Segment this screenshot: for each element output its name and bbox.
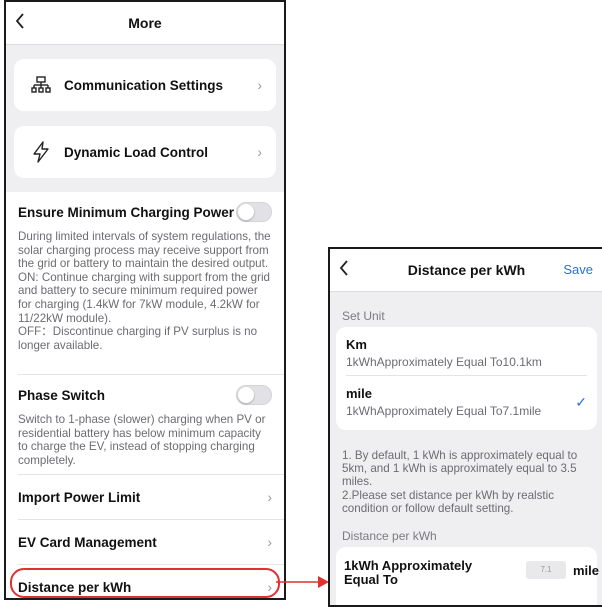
lightning-icon bbox=[28, 139, 54, 165]
min-power-description: During limited intervals of system regul… bbox=[18, 230, 271, 352]
unit-option-km[interactable]: Km 1kWhApproximately Equal To10.1km bbox=[336, 327, 597, 375]
phase-switch-toggle[interactable] bbox=[236, 385, 272, 405]
distance-section-label: Distance per kWh bbox=[342, 529, 437, 543]
ev-card-management-label: EV Card Management bbox=[18, 534, 157, 550]
unit-description: 1kWhApproximately Equal To10.1km bbox=[346, 355, 542, 369]
min-power-section: Ensure Minimum Charging Power During lim… bbox=[6, 192, 284, 374]
dynamic-load-control-label: Dynamic Load Control bbox=[64, 144, 209, 160]
page-title: More bbox=[128, 15, 162, 31]
highlight-outline bbox=[10, 568, 280, 598]
unit-list: Km 1kWhApproximately Equal To10.1km mile… bbox=[336, 327, 597, 430]
page-title: Distance per kWh bbox=[407, 262, 526, 278]
set-unit-label: Set Unit bbox=[342, 309, 385, 323]
import-power-limit-row[interactable]: Import Power Limit › bbox=[6, 475, 284, 519]
distance-field-label: 1kWh Approximately Equal To bbox=[344, 558, 473, 587]
distance-field-card: 1kWh Approximately Equal To 7.1 mile bbox=[336, 547, 600, 605]
chevron-right-icon: › bbox=[257, 144, 262, 160]
arrow-icon bbox=[276, 576, 329, 588]
more-screen: More Communication Settings › Dynamic Lo… bbox=[4, 0, 286, 600]
network-icon bbox=[28, 72, 54, 98]
chevron-right-icon: › bbox=[267, 534, 272, 550]
min-power-title: Ensure Minimum Charging Power bbox=[18, 204, 235, 220]
distance-screen: Distance per kWh Save Set Unit Km 1kWhAp… bbox=[328, 247, 602, 607]
chevron-right-icon: › bbox=[267, 489, 272, 505]
unit-name: Km bbox=[346, 337, 367, 352]
unit-option-mile[interactable]: mile 1kWhApproximately Equal To7.1mile ✓ bbox=[336, 376, 597, 424]
distance-unit: mile bbox=[573, 563, 600, 578]
phase-switch-title: Phase Switch bbox=[18, 387, 106, 403]
unit-description: 1kWhApproximately Equal To7.1mile bbox=[346, 404, 542, 418]
checkmark-icon: ✓ bbox=[575, 394, 587, 410]
unit-name: mile bbox=[346, 386, 373, 401]
save-button[interactable]: Save bbox=[563, 262, 593, 277]
import-power-limit-label: Import Power Limit bbox=[18, 489, 141, 505]
ev-card-management-row[interactable]: EV Card Management › bbox=[6, 520, 284, 564]
phase-switch-description: Switch to 1-phase (slower) charging when… bbox=[18, 413, 266, 467]
dynamic-load-control-card[interactable]: Dynamic Load Control › bbox=[14, 126, 276, 178]
settings-panel: Ensure Minimum Charging Power During lim… bbox=[6, 192, 284, 598]
communication-settings-label: Communication Settings bbox=[64, 77, 224, 93]
distance-input[interactable]: 7.1 bbox=[526, 561, 566, 579]
min-power-toggle[interactable] bbox=[236, 202, 272, 222]
chevron-right-icon: › bbox=[257, 77, 262, 93]
phase-switch-section: Phase Switch Switch to 1-phase (slower) … bbox=[6, 375, 284, 474]
navbar: More bbox=[6, 2, 284, 45]
unit-note: 1. By default, 1 kWh is approximately eq… bbox=[342, 449, 578, 515]
communication-settings-card[interactable]: Communication Settings › bbox=[14, 59, 276, 111]
navbar: Distance per kWh Save bbox=[330, 249, 602, 292]
